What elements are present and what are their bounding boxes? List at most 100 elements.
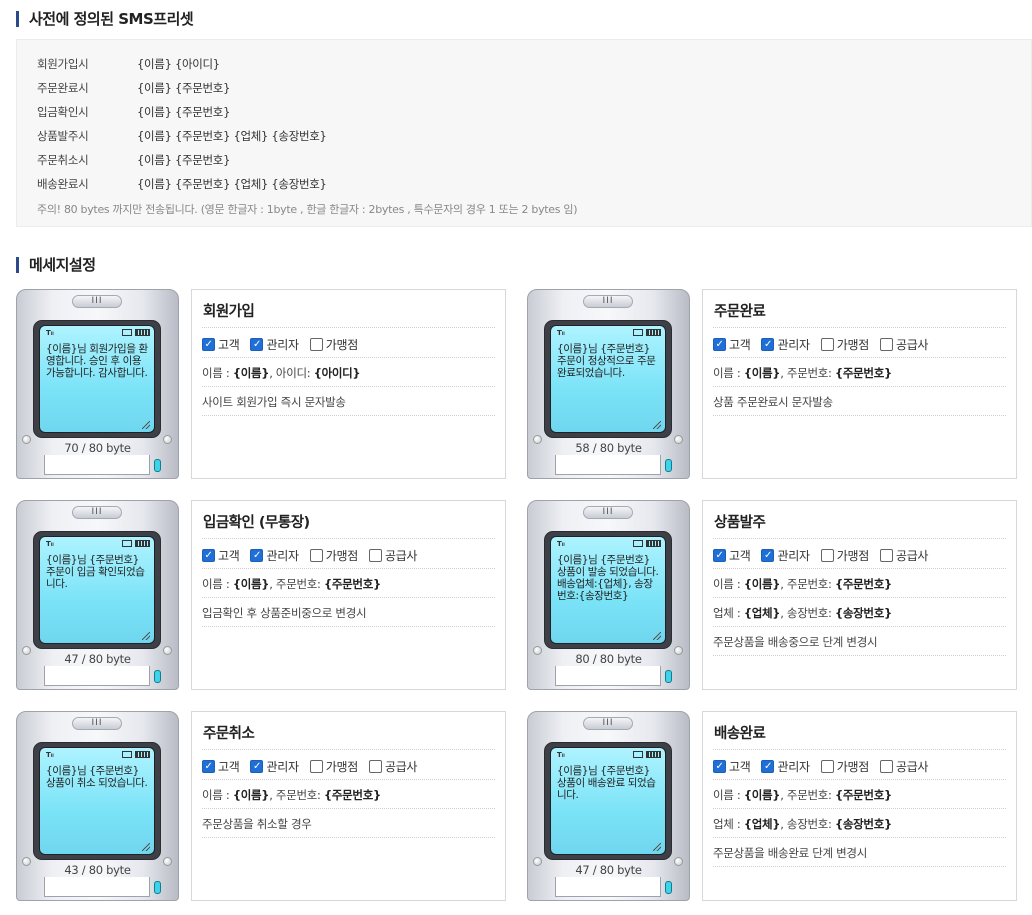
checkbox-empty-icon[interactable]	[879, 549, 893, 562]
message-screen[interactable]: Tₗₗ {이름}님 {주문번호} 주문이 정상적으로 주문완료되었습니다.	[550, 325, 666, 433]
recipient-checkbox[interactable]: ✓ 관리자	[250, 336, 299, 353]
resize-grip-icon[interactable]	[653, 421, 661, 429]
checkbox-empty-icon[interactable]	[879, 338, 893, 351]
recipient-label: 공급사	[895, 760, 929, 774]
recipient-label: 관리자	[777, 760, 810, 774]
checkbox-checked-icon[interactable]: ✓	[250, 338, 264, 351]
checkbox-empty-icon[interactable]	[368, 760, 382, 773]
checkbox-checked-icon[interactable]: ✓	[250, 760, 264, 773]
checkbox-checked-icon[interactable]: ✓	[250, 549, 264, 562]
recipient-checkbox[interactable]: ✓ 관리자	[250, 547, 299, 564]
message-textarea[interactable]: {이름}님 {주문번호} 주문이 입금 확인되었습니다.	[46, 554, 150, 590]
checkbox-checked-icon[interactable]: ✓	[713, 760, 726, 773]
recipient-checkbox[interactable]: 가맹점	[309, 547, 358, 564]
message-settings-panel: 배송완료 ✓ 고객 ✓ 관리자 가맹점 공급사 이름 : {이름}, 주문번호: {주문번호}…	[702, 711, 1017, 901]
checkbox-checked-icon[interactable]: ✓	[713, 338, 726, 351]
checkbox-checked-icon[interactable]: ✓	[202, 549, 215, 562]
recipient-checkbox[interactable]: ✓ 고객	[713, 758, 751, 775]
message-title: 배송완료	[714, 726, 766, 742]
info-text: {송장번호}	[834, 817, 892, 831]
phone-preview: III Tₗₗ {이름}님 {주문번호} 상품이 배송완료 되었습니다. 47 / 8…	[527, 711, 690, 901]
screen-frame: Tₗₗ {이름}님 {주문번호} 상품이 취소 되었습니다.	[33, 742, 161, 860]
recipient-checkbox[interactable]: ✓ 고객	[202, 547, 240, 564]
message-textarea[interactable]: {이름}님 {주문번호} 상품이 배송완료 되었습니다.	[557, 765, 661, 801]
checkbox-empty-icon[interactable]	[368, 549, 382, 562]
message-screen[interactable]: Tₗₗ {이름}님 {주문번호} 상품이 발송 되었습니다. 배송업체:{업체},…	[550, 536, 666, 644]
info-text: {주문번호}	[834, 788, 892, 802]
checkbox-empty-icon[interactable]	[820, 549, 834, 562]
message-screen[interactable]: Tₗₗ {이름}님 {주문번호} 주문이 입금 확인되었습니다.	[39, 536, 155, 644]
recipient-checkbox[interactable]: 공급사	[879, 336, 928, 353]
message-textarea[interactable]: {이름}님 {주문번호} 주문이 정상적으로 주문완료되었습니다.	[557, 343, 661, 379]
preset-label: 주문취소시	[37, 153, 89, 167]
info-text: , 주문번호:	[269, 788, 324, 802]
checkbox-empty-icon[interactable]	[309, 549, 323, 562]
recipient-checkbox[interactable]: 공급사	[368, 547, 417, 564]
resize-grip-icon[interactable]	[653, 632, 661, 640]
recipient-checkbox[interactable]: 공급사	[879, 758, 929, 775]
screen-frame: Tₗₗ {이름}님 {주문번호} 주문이 정상적으로 주문완료되었습니다.	[544, 320, 672, 438]
info-text: , 주문번호:	[780, 788, 835, 802]
phone-preview: III Tₗₗ {이름}님 {주문번호} 상품이 취소 되었습니다. 43 / 80 …	[16, 711, 179, 901]
recipient-checkbox[interactable]: ✓ 고객	[713, 336, 751, 353]
recipient-checkbox[interactable]: ✓ 고객	[202, 336, 240, 353]
recipient-label: 관리자	[266, 549, 299, 563]
checkbox-checked-icon[interactable]: ✓	[202, 760, 215, 773]
recipient-checkbox[interactable]: 공급사	[368, 758, 417, 775]
recipient-options: ✓ 고객 ✓ 관리자 가맹점 공급사	[202, 547, 428, 564]
checkbox-empty-icon[interactable]	[879, 760, 893, 773]
envelope-icon	[122, 540, 132, 547]
recipient-checkbox[interactable]: 공급사	[879, 547, 928, 564]
recipient-options: ✓ 고객 ✓ 관리자 가맹점 공급사	[713, 758, 939, 775]
info-text: {이름}	[743, 366, 781, 380]
checkbox-checked-icon[interactable]: ✓	[202, 338, 215, 351]
divider	[202, 749, 495, 750]
recipient-checkbox[interactable]: ✓ 고객	[202, 758, 240, 775]
checkbox-checked-icon[interactable]: ✓	[713, 549, 726, 562]
resize-grip-icon[interactable]	[142, 843, 150, 851]
recipient-checkbox[interactable]: ✓ 고객	[713, 547, 751, 564]
resize-grip-icon[interactable]	[653, 843, 661, 851]
recipient-checkbox[interactable]: ✓ 관리자	[761, 336, 810, 353]
indicator-icon	[665, 670, 672, 683]
checkbox-empty-icon[interactable]	[309, 760, 323, 773]
info-text: {주문번호}	[323, 788, 381, 802]
checkbox-empty-icon[interactable]	[820, 338, 834, 351]
checkbox-empty-icon[interactable]	[820, 760, 834, 773]
preset-label: 상품발주시	[37, 129, 89, 143]
recipient-checkbox[interactable]: 가맹점	[820, 547, 869, 564]
recipient-checkbox[interactable]: ✓ 관리자	[761, 547, 810, 564]
checkbox-checked-icon[interactable]: ✓	[761, 338, 775, 351]
recipient-checkbox[interactable]: ✓ 관리자	[761, 758, 810, 775]
message-textarea[interactable]: {이름}님 {주문번호} 상품이 발송 되었습니다. 배송업체:{업체}, 송장…	[557, 554, 661, 602]
message-title: 주문완료	[714, 304, 766, 320]
checkbox-checked-icon[interactable]: ✓	[761, 760, 775, 773]
preset-value: {이름} {주문번호}	[137, 153, 231, 167]
message-card: III Tₗₗ {이름}님 {주문번호} 주문이 입금 확인되었습니다. 47 / 8…	[16, 500, 506, 690]
recipient-checkbox[interactable]: 가맹점	[820, 336, 870, 353]
recipient-checkbox[interactable]: 가맹점	[309, 758, 358, 775]
message-title: 회원가입	[203, 304, 255, 320]
message-screen[interactable]: Tₗₗ {이름}님 회원가입을 환영합니다. 승인 후 이용가능합니다. 감사합니…	[39, 325, 155, 433]
message-screen[interactable]: Tₗₗ {이름}님 {주문번호} 상품이 배송완료 되었습니다.	[550, 747, 666, 855]
message-settings-panel: 주문취소 ✓ 고객 ✓ 관리자 가맹점 공급사 이름 : {이름}, 주문번호: {주문번호}…	[191, 711, 506, 901]
resize-grip-icon[interactable]	[142, 632, 150, 640]
info-line: 상품 주문완료시 문자발송	[713, 394, 833, 410]
recipient-checkbox[interactable]: ✓ 관리자	[250, 758, 299, 775]
envelope-icon	[633, 751, 643, 758]
preset-value: {이름} {주문번호} {업체} {송장번호}	[137, 129, 327, 143]
recipient-checkbox[interactable]: 가맹점	[309, 336, 358, 353]
checkbox-checked-icon[interactable]: ✓	[761, 549, 775, 562]
checkbox-empty-icon[interactable]	[309, 338, 323, 351]
recipient-label: 가맹점	[836, 338, 870, 352]
resize-grip-icon[interactable]	[142, 421, 150, 429]
message-textarea[interactable]: {이름}님 {주문번호} 상품이 취소 되었습니다.	[46, 765, 150, 789]
phone-preview: III Tₗₗ {이름}님 {주문번호} 주문이 정상적으로 주문완료되었습니다. 5…	[527, 289, 690, 479]
recipient-checkbox[interactable]: 가맹점	[820, 758, 869, 775]
info-text: {업체}	[743, 817, 781, 831]
divider	[202, 779, 495, 780]
divider	[202, 357, 495, 358]
battery-icon	[135, 751, 150, 758]
message-textarea[interactable]: {이름}님 회원가입을 환영합니다. 승인 후 이용가능합니다. 감사합니다.	[46, 343, 150, 379]
message-screen[interactable]: Tₗₗ {이름}님 {주문번호} 상품이 취소 되었습니다.	[39, 747, 155, 855]
